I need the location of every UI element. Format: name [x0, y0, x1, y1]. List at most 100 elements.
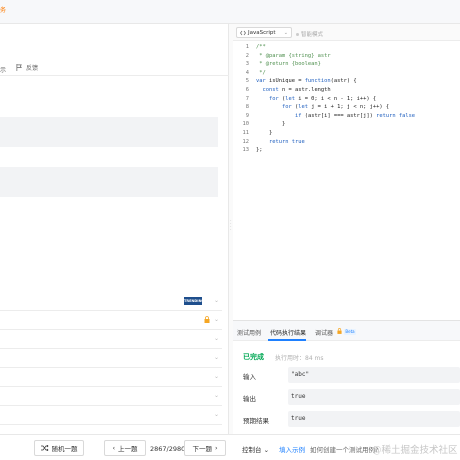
code-line[interactable]: 2 * @param {string} astr — [233, 53, 460, 62]
description-tabs: 示 反馈 — [0, 62, 229, 76]
output-value: true — [288, 389, 460, 405]
code-text: return true — [268, 138, 305, 145]
example-block-1 — [0, 117, 218, 147]
watermark: @稀土掘金技术社区 — [372, 445, 458, 456]
code-text: const n = astr.length — [262, 87, 331, 93]
tab-execution-results[interactable]: 代码执行结果 — [270, 328, 306, 337]
toggle-dot-icon — [296, 32, 299, 36]
code-text: for (let i = 0; i < n - 1; i++) { — [268, 95, 377, 102]
random-question-button[interactable]: 随机一题 — [34, 440, 84, 456]
list-item[interactable]: ⌄ — [0, 330, 222, 349]
line-number: 12 — [242, 138, 250, 145]
code-icon — [240, 30, 246, 35]
line-number: 5 — [245, 78, 249, 85]
code-line[interactable]: 9 if (astr[i] === astr[j]) return false — [233, 113, 460, 122]
input-label: 输入 — [243, 373, 256, 381]
code-line[interactable]: 4 */ — [233, 70, 460, 79]
language-select[interactable]: JavaScript ⌄ — [236, 27, 292, 38]
code-line[interactable]: 12 return true — [233, 139, 460, 148]
trending-badge: TRENDING — [184, 297, 205, 305]
chevron-down-icon: ⌄ — [283, 29, 288, 36]
list-item[interactable]: ⌄ — [0, 387, 222, 406]
prev-question-button[interactable]: ‹ 上一题 — [104, 440, 146, 456]
code-text: }; — [256, 147, 263, 154]
line-number: 8 — [245, 104, 249, 111]
code-text: for (let j = i + 1; j < n; j++) { — [281, 104, 390, 111]
expected-label: 预期结果 — [243, 417, 269, 425]
chevron-down-icon: ⌄ — [214, 373, 220, 380]
lock-icon — [337, 328, 342, 334]
next-question-label: 下一题 — [192, 445, 212, 453]
line-number: 10 — [242, 121, 250, 128]
list-item[interactable]: ⌄ — [0, 349, 222, 368]
code-line[interactable]: 10 } — [233, 121, 460, 130]
code-line[interactable]: 8 for (let j = i + 1; j < n; j++) { — [233, 104, 460, 113]
chevron-left-icon: ‹ — [112, 444, 116, 452]
help-link[interactable]: 如何创建一个测试用例? — [310, 444, 378, 454]
chevron-down-icon: ⌄ — [214, 297, 220, 304]
tab-fragment[interactable]: 示 — [0, 65, 6, 74]
page-count: 2867/2980 — [150, 445, 186, 453]
chevron-down-icon: ⌄ — [214, 354, 220, 361]
import-example-link[interactable]: 填入示例 — [279, 444, 305, 454]
code-text: * @return {boolean} — [256, 61, 321, 68]
editor-toolbar: JavaScript ⌄ 智能模式 — [233, 24, 460, 41]
output-label: 输出 — [243, 395, 256, 403]
chevron-right-icon: › — [214, 444, 218, 452]
line-number: 7 — [245, 95, 249, 102]
chevron-down-icon: ⌄ — [214, 392, 220, 399]
top-bar: 务 — [0, 0, 460, 24]
chevron-down-icon: ⌄ — [263, 446, 270, 454]
tab-debugger[interactable]: 调试器 — [315, 328, 333, 337]
code-editor[interactable]: 1/** 2 * @param {string} astr 3 * @return … — [233, 42, 460, 320]
feedback-label: 反馈 — [26, 65, 39, 72]
console-button[interactable]: 控制台 ⌄ — [242, 444, 269, 454]
chevron-down-icon: ⌄ — [214, 335, 220, 342]
flag-icon — [16, 64, 22, 71]
line-number: 4 — [245, 69, 249, 76]
line-number: 11 — [242, 130, 250, 136]
code-line[interactable]: 5 var isUnique = function(astr) { — [233, 78, 460, 87]
test-panel: 测试用例 代码执行结果 调试器 Beta 已完成 执行用时：84 ms 输入 "… — [233, 320, 460, 434]
example-block-2 — [0, 167, 218, 197]
problem-description-panel: 示 反馈 TRENDING ⌄ ⌄ ⌄ ⌄ ⌄ ⌄ ⌄ — [0, 24, 229, 434]
next-question-button[interactable]: 下一题 › — [184, 440, 226, 456]
list-item[interactable]: ⌄ — [0, 406, 222, 425]
random-question-label: 随机一题 — [51, 445, 78, 453]
console-label: 控制台 — [242, 446, 262, 454]
help-label: 如何创建一个测试用例? — [310, 446, 379, 454]
expected-value: true — [288, 411, 460, 427]
shuffle-icon — [40, 445, 48, 451]
code-line[interactable]: 11 } — [233, 130, 460, 139]
header-fragment: 务 — [0, 7, 7, 14]
code-text: * @param {string} astr — [256, 52, 331, 59]
code-text: var isUnique = function(astr) { — [256, 78, 357, 85]
code-line[interactable]: 3 * @return {boolean} — [233, 61, 460, 70]
code-line[interactable]: 7 for (let i = 0; i < n - 1; i++) { — [233, 96, 460, 105]
active-tab-indicator — [268, 339, 306, 341]
prev-question-label: 上一题 — [118, 445, 138, 453]
language-label: JavaScript — [248, 29, 276, 36]
smart-mode-toggle[interactable]: 智能模式 — [296, 30, 323, 38]
chevron-down-icon: ⌄ — [214, 411, 220, 418]
list-item[interactable]: ⌄ — [0, 311, 222, 330]
code-line[interactable]: 1 /** — [233, 44, 460, 53]
line-number: 3 — [245, 61, 249, 68]
code-text: } — [256, 130, 273, 136]
execution-time: 执行用时：84 ms — [275, 355, 324, 362]
list-item[interactable]: ⌄ — [0, 368, 222, 387]
list-item[interactable]: TRENDING ⌄ — [0, 292, 222, 311]
bottom-bar: 随机一题 ‹ 上一题 2867/2980 下一题 › 控制台 ⌄ 填入示例 如何… — [0, 434, 460, 460]
input-value: "abc" — [288, 367, 460, 383]
beta-badge: Beta — [344, 329, 356, 335]
feedback-button[interactable]: 反馈 — [16, 63, 38, 72]
smart-mode-label: 智能模式 — [301, 32, 324, 38]
line-number: 9 — [245, 112, 249, 119]
line-number: 6 — [245, 87, 249, 93]
code-line[interactable]: 6 const n = astr.length — [233, 87, 460, 96]
code-line[interactable]: 13}; — [233, 147, 460, 156]
status-badge: 已完成 — [243, 353, 264, 361]
drag-handle-icon: · · · · — [230, 218, 232, 233]
test-tabs: 测试用例 代码执行结果 调试器 Beta — [233, 321, 460, 341]
tab-test-cases[interactable]: 测试用例 — [237, 328, 261, 337]
